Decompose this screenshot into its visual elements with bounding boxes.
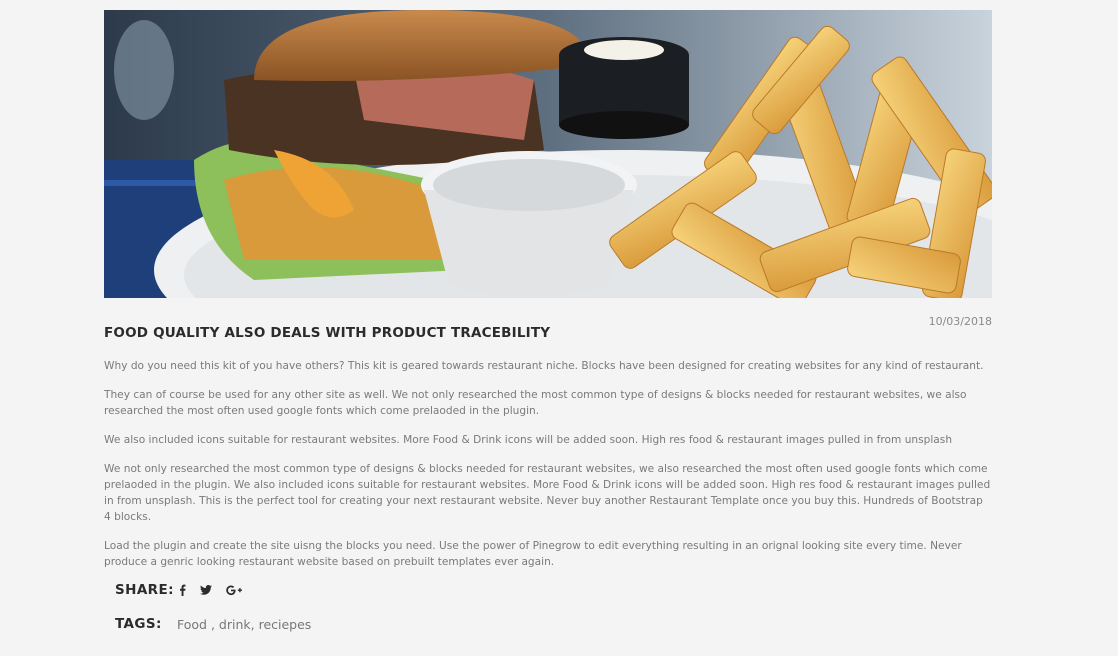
post-date: 10/03/2018	[928, 315, 992, 328]
tags-label: TAGS:	[115, 616, 162, 632]
post-paragraph: Why do you need this kit of you have oth…	[104, 360, 984, 372]
share-icons	[177, 582, 253, 598]
hero-image-burger-and-fries	[104, 10, 992, 298]
google-plus-icon[interactable]	[225, 582, 243, 598]
share-label: SHARE:	[115, 582, 174, 598]
twitter-icon[interactable]	[197, 582, 215, 598]
tags-list: Food , drink, reciepes	[177, 617, 311, 632]
post-body: Why do you need this kit of you have oth…	[104, 358, 992, 570]
hero-image-graphic	[104, 10, 992, 298]
post-paragraph: We not only researched the most common t…	[104, 463, 991, 523]
post-paragraph: Load the plugin and create the site uisn…	[104, 540, 962, 568]
post-paragraph: We also included icons suitable for rest…	[104, 434, 953, 446]
tag-link[interactable]: reciepes	[259, 617, 312, 632]
post-title: FOOD QUALITY ALSO DEALS WITH PRODUCT TRA…	[104, 325, 551, 341]
tag-link[interactable]: Food	[177, 617, 207, 632]
post-paragraph: They can of course be used for any other…	[104, 389, 967, 417]
post-meta: FOOD QUALITY ALSO DEALS WITH PRODUCT TRA…	[104, 298, 992, 344]
share-row: SHARE:	[115, 582, 253, 598]
tags-row: TAGS: Food , drink, reciepes	[115, 616, 311, 632]
facebook-icon[interactable]	[177, 582, 187, 598]
tag-separator: ,	[206, 616, 219, 632]
tag-link[interactable]: drink	[219, 617, 251, 632]
tag-separator: ,	[250, 616, 259, 632]
blog-post: FOOD QUALITY ALSO DEALS WITH PRODUCT TRA…	[104, 10, 992, 632]
